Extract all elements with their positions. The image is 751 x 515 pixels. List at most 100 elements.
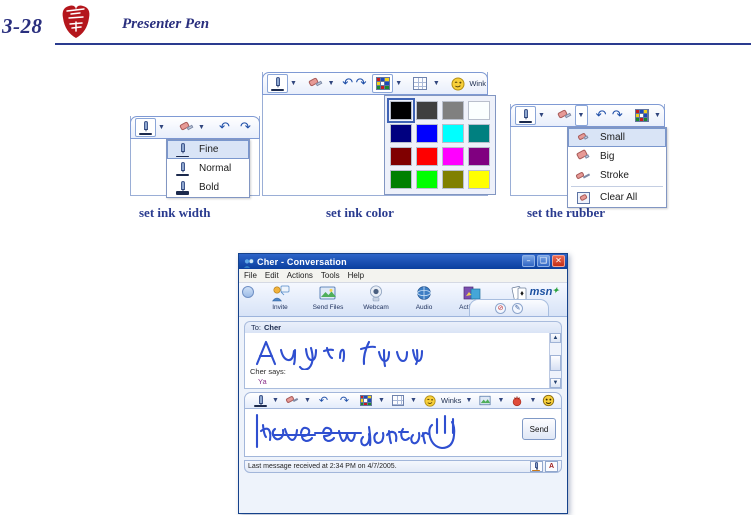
chevron-down-icon[interactable]: ▼ xyxy=(652,106,663,125)
emoticon-icon[interactable] xyxy=(538,391,559,410)
chevron-down-icon[interactable]: ▼ xyxy=(393,74,404,93)
grid-icon[interactable] xyxy=(387,391,408,410)
chevron-down-icon[interactable]: ▼ xyxy=(463,391,474,410)
menu-item-fine[interactable]: Fine xyxy=(167,140,249,159)
menu-edit[interactable]: Edit xyxy=(265,271,279,280)
redo-icon[interactable]: ↷ xyxy=(354,74,367,93)
undo-icon[interactable]: ↶ xyxy=(313,391,334,410)
close-button[interactable]: ✕ xyxy=(552,255,565,267)
swatch-cyan[interactable] xyxy=(442,124,464,143)
messenger-menu-bar[interactable]: File Edit Actions Tools Help xyxy=(239,269,567,283)
swatch-lime[interactable] xyxy=(416,170,438,189)
toolbar-options-icon[interactable] xyxy=(242,286,254,298)
swatch-green[interactable] xyxy=(390,170,412,189)
block-icon[interactable]: ⊘ xyxy=(495,302,506,314)
menu-item-clear-all[interactable]: Clear All xyxy=(568,188,666,207)
eraser-button-1[interactable]: ▼ xyxy=(174,118,208,137)
ink-width-menu[interactable]: Fine Normal Bold xyxy=(166,139,250,198)
menu-actions[interactable]: Actions xyxy=(287,271,313,280)
swatch-blue[interactable] xyxy=(416,124,438,143)
pen-icon[interactable] xyxy=(267,74,288,93)
messenger-title-bar[interactable]: Cher - Conversation – ❑ ✕ xyxy=(239,254,567,269)
menu-item-stroke[interactable]: Stroke xyxy=(568,166,666,185)
swatch-gray[interactable] xyxy=(442,101,464,120)
message-history[interactable]: Cher says: Ya ▲ ▼ xyxy=(244,333,562,389)
redo-icon[interactable]: ↷ xyxy=(235,118,256,137)
swatch-dark-gray[interactable] xyxy=(416,101,438,120)
conversation-tab[interactable]: ⊘ ✎ xyxy=(469,299,549,316)
chevron-down-icon[interactable]: ▼ xyxy=(527,391,538,410)
minimize-button[interactable]: – xyxy=(522,255,535,267)
swatch-red[interactable] xyxy=(416,147,438,166)
chevron-down-icon[interactable]: ▼ xyxy=(326,74,337,93)
pen-button-3[interactable]: ▼ xyxy=(514,106,548,125)
pen-icon[interactable] xyxy=(135,118,156,137)
scroll-down-button[interactable]: ▼ xyxy=(550,378,561,388)
swatch-yellow[interactable] xyxy=(468,170,490,189)
eraser-button-2[interactable]: ▼ xyxy=(304,74,338,93)
pen-icon[interactable] xyxy=(249,391,270,410)
color-palette-icon[interactable] xyxy=(355,391,376,410)
toolbar-invite-button[interactable]: Invite xyxy=(257,284,303,311)
menu-help[interactable]: Help xyxy=(348,271,364,280)
wink-button-2[interactable]: Wink xyxy=(446,74,487,93)
toolbar-webcam-button[interactable]: Webcam xyxy=(353,284,399,311)
send-button[interactable]: Send xyxy=(522,418,556,440)
text-mode-icon[interactable]: A xyxy=(545,461,558,472)
eraser-button-3[interactable]: ▼ xyxy=(553,105,589,126)
swatch-olive[interactable] xyxy=(442,170,464,189)
menu-file[interactable]: File xyxy=(244,271,257,280)
compose-input[interactable]: Send xyxy=(244,409,562,457)
handwriting-mode-icon[interactable] xyxy=(530,461,543,472)
chevron-down-icon[interactable]: ▼ xyxy=(431,74,442,93)
chevron-down-icon[interactable]: ▼ xyxy=(302,391,313,410)
toolbar-audio-button[interactable]: Audio xyxy=(401,284,447,311)
wink-smiley-icon[interactable] xyxy=(447,74,468,93)
color-palette-icon[interactable] xyxy=(631,106,652,125)
wink-smiley-icon[interactable] xyxy=(419,391,440,410)
swatch-teal[interactable] xyxy=(468,124,490,143)
chevron-down-icon[interactable]: ▼ xyxy=(495,391,506,410)
nudge-icon[interactable] xyxy=(506,391,527,410)
swatch-magenta[interactable] xyxy=(442,147,464,166)
undo-icon[interactable]: ↶ xyxy=(341,74,354,93)
window-controls[interactable]: – ❑ ✕ xyxy=(522,255,565,267)
chevron-down-icon[interactable]: ▼ xyxy=(408,391,419,410)
eraser-icon[interactable] xyxy=(305,74,326,93)
menu-item-bold[interactable]: Bold xyxy=(167,178,249,197)
pen-icon[interactable] xyxy=(515,106,536,125)
scroll-thumb[interactable] xyxy=(550,355,561,371)
eraser-icon[interactable] xyxy=(281,391,302,410)
eraser-icon[interactable] xyxy=(175,118,196,137)
menu-item-big[interactable]: Big xyxy=(568,147,666,166)
menu-tools[interactable]: Tools xyxy=(321,271,340,280)
chevron-down-icon[interactable]: ▼ xyxy=(536,106,547,125)
pen-button-1[interactable]: ▼ xyxy=(134,118,168,137)
swatch-navy[interactable] xyxy=(390,124,412,143)
swatch-white[interactable] xyxy=(468,101,490,120)
chevron-down-icon[interactable]: ▼ xyxy=(270,391,281,410)
chevron-down-icon[interactable]: ▼ xyxy=(574,105,588,126)
history-scrollbar[interactable]: ▲ ▼ xyxy=(549,333,561,388)
chevron-down-icon[interactable]: ▼ xyxy=(288,74,299,93)
rubber-menu[interactable]: Small Big Stroke Clear All xyxy=(567,127,667,208)
menu-item-small[interactable]: Small xyxy=(568,128,666,147)
menu-item-normal[interactable]: Normal xyxy=(167,159,249,178)
chevron-down-icon[interactable]: ▼ xyxy=(196,118,207,137)
chevron-down-icon[interactable]: ▼ xyxy=(156,118,167,137)
pen-tab-icon[interactable]: ✎ xyxy=(512,302,523,314)
status-icons[interactable]: A xyxy=(530,461,558,472)
color-button-3[interactable]: ▼ xyxy=(630,106,664,125)
grid-button-2[interactable]: ▼ xyxy=(409,74,443,93)
chevron-down-icon[interactable]: ▼ xyxy=(376,391,387,410)
undo-icon[interactable]: ↶ xyxy=(593,106,609,125)
eraser-icon[interactable] xyxy=(554,106,575,125)
color-button-2[interactable]: ▼ xyxy=(371,74,405,93)
redo-icon[interactable]: ↷ xyxy=(334,391,355,410)
color-palette-popup[interactable] xyxy=(384,95,496,195)
image-icon[interactable] xyxy=(474,391,495,410)
swatch-purple[interactable] xyxy=(468,147,490,166)
undo-icon[interactable]: ↶ xyxy=(214,118,235,137)
redo-icon[interactable]: ↷ xyxy=(609,106,625,125)
swatch-black[interactable] xyxy=(387,98,415,123)
